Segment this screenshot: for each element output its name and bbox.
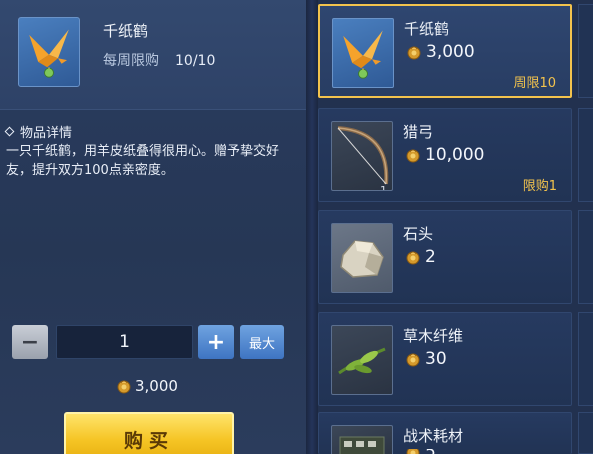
stone-icon <box>331 223 393 293</box>
item-price: 30 <box>405 349 447 369</box>
next-column-card-edge <box>578 412 593 454</box>
next-column-card-edge <box>578 4 593 98</box>
shop-item-card[interactable]: 草木纤维 30 <box>318 312 572 406</box>
next-column-card-edge <box>578 210 593 304</box>
bow-icon: 1级 <box>331 121 393 191</box>
buy-button[interactable]: 购买 <box>64 412 234 454</box>
coin-icon <box>405 351 421 367</box>
item-price: 10,000 <box>405 145 484 165</box>
item-info-title: 物品详情 <box>20 126 73 141</box>
item-level: 1级 <box>380 184 387 191</box>
detail-item-name: 千纸鹤 <box>103 22 149 40</box>
plant-fiber-icon <box>331 325 393 395</box>
diamond-icon <box>4 126 15 137</box>
shop-item-card[interactable]: 战术耗材 5 <box>318 412 572 454</box>
item-price: 2 <box>405 247 436 267</box>
weekly-limit-count: 10/10 <box>175 53 216 69</box>
item-purchase-limit: 周限10 <box>513 76 556 91</box>
item-name: 战术耗材 <box>403 427 464 445</box>
coin-icon <box>405 449 421 454</box>
coin-icon <box>405 147 421 163</box>
paper-crane-icon <box>332 18 394 88</box>
detail-header: 千纸鹤 每周限购 10/10 <box>0 0 306 110</box>
item-price-value: 2 <box>425 247 436 267</box>
panel-divider <box>306 0 318 454</box>
shop-item-list[interactable]: 千纸鹤 3,000 周限10 1级 猎弓 10,000 限购1 <box>318 0 593 454</box>
tactical-supplies-icon <box>331 425 393 454</box>
increase-quantity-button[interactable]: + <box>198 325 234 359</box>
item-price: 3,000 <box>406 42 475 62</box>
weekly-limit-label: 每周限购 <box>103 53 159 69</box>
next-column-card-edge <box>578 108 593 202</box>
item-name: 猎弓 <box>403 123 434 141</box>
item-name: 草木纤维 <box>403 327 464 345</box>
max-quantity-button[interactable]: 最大 <box>240 325 284 359</box>
shop-item-card[interactable]: 千纸鹤 3,000 周限10 <box>318 4 572 98</box>
item-price-value: 3,000 <box>426 42 475 62</box>
shop-item-card[interactable]: 石头 2 <box>318 210 572 304</box>
item-purchase-limit: 限购1 <box>522 179 557 194</box>
quantity-stepper: − 1 + 最大 <box>12 325 302 360</box>
item-price-value: 30 <box>425 349 447 369</box>
weekly-limit: 每周限购 10/10 <box>103 50 215 70</box>
paper-crane-icon <box>18 17 80 87</box>
quantity-input[interactable]: 1 <box>56 325 193 359</box>
total-price-value: 3,000 <box>135 377 178 395</box>
item-info-heading: 物品详情 <box>4 122 73 141</box>
next-column-card-edge <box>578 312 593 406</box>
item-price-value: 10,000 <box>425 145 485 165</box>
decrease-quantity-button[interactable]: − <box>12 325 48 359</box>
item-description: 一只千纸鹤，用羊皮纸叠得很用心。赠予挚交好友，提升双方100点亲密度。 <box>6 144 280 178</box>
item-price: 5 <box>405 449 436 454</box>
item-name: 千纸鹤 <box>404 20 450 38</box>
item-detail-panel: 千纸鹤 每周限购 10/10 物品详情 一只千纸鹤，用羊皮纸叠得很用心。赠予挚交好… <box>0 0 306 454</box>
coin-icon <box>406 44 422 60</box>
shop-item-card[interactable]: 1级 猎弓 10,000 限购1 <box>318 108 572 202</box>
coin-icon <box>405 249 421 265</box>
total-price: 3,000 <box>116 377 178 395</box>
item-price-value: 5 <box>425 449 436 454</box>
coin-icon <box>116 378 132 394</box>
item-name: 石头 <box>403 225 434 243</box>
